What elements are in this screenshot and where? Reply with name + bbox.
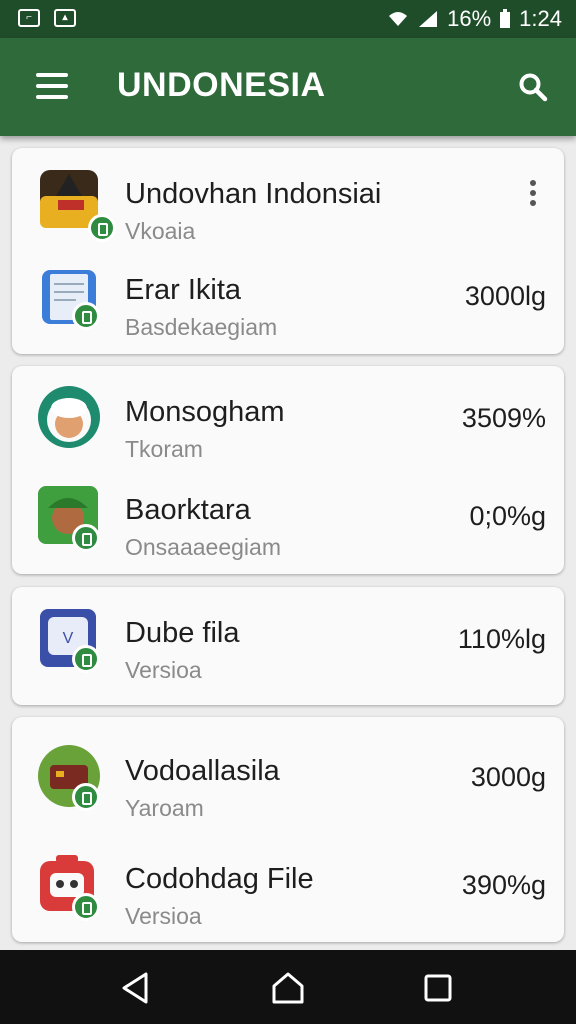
battery-icon bbox=[500, 9, 511, 28]
status-bar: ⌐ ▴ 16% 1:24 bbox=[0, 0, 576, 38]
signal-icon bbox=[419, 11, 438, 27]
item-subtitle: Tkoram bbox=[125, 436, 203, 462]
page-title: UNDONESIA bbox=[117, 66, 326, 104]
badge-icon bbox=[88, 214, 116, 242]
list-item[interactable]: Monsogham Tkoram 3509% bbox=[12, 370, 564, 474]
list-item[interactable]: Baorktara Onsaaaeegiam 0;0%g bbox=[12, 468, 564, 572]
badge-icon bbox=[72, 645, 100, 673]
more-options-icon[interactable] bbox=[528, 180, 538, 210]
home-icon[interactable] bbox=[268, 968, 308, 1008]
app-card: Monsogham Tkoram 3509% Baorktara Onsaaae… bbox=[12, 366, 564, 574]
clock: 1:24 bbox=[519, 6, 562, 31]
badge-icon bbox=[72, 893, 100, 921]
menu-icon[interactable] bbox=[36, 73, 68, 99]
app-bar: UNDONESIA bbox=[0, 38, 576, 136]
item-subtitle: Basdekaegiam bbox=[125, 314, 278, 340]
item-subtitle: Versioa bbox=[125, 657, 202, 683]
badge-icon bbox=[72, 524, 100, 552]
list-item[interactable]: V Dube fila Versioa 110%lg bbox=[12, 591, 564, 695]
item-name: Monsogham bbox=[125, 396, 285, 428]
item-name: Dube fila bbox=[125, 617, 240, 649]
image-icon: ▴ bbox=[54, 9, 76, 27]
item-subtitle: Vkoaia bbox=[125, 218, 196, 244]
back-icon[interactable] bbox=[116, 968, 156, 1008]
app-card: Undovhan Indonsiai Vkoaia Erar Ikita Bas… bbox=[12, 148, 564, 354]
item-name: Baorktara bbox=[125, 494, 251, 526]
item-value: 3000lg bbox=[464, 281, 546, 311]
avatar-icon bbox=[38, 386, 100, 448]
item-value: 3509% bbox=[461, 403, 546, 433]
wifi-icon bbox=[389, 12, 408, 26]
item-value: 3000g bbox=[470, 762, 546, 792]
cast-icon: ⌐ bbox=[18, 9, 40, 27]
navigation-bar bbox=[0, 950, 576, 1024]
list-item[interactable]: Vodoallasila Yaroam 3000g bbox=[12, 729, 564, 833]
app-card: V Dube fila Versioa 110%lg bbox=[12, 587, 564, 705]
list-item[interactable]: Codohdag File Versioa 390%g bbox=[12, 837, 564, 941]
item-name: Vodoallasila bbox=[125, 755, 280, 787]
svg-text:V: V bbox=[63, 630, 74, 647]
list-item[interactable]: Undovhan Indonsiai Vkoaia bbox=[12, 152, 564, 256]
item-value: 110%lg bbox=[457, 624, 546, 654]
item-name: Codohdag File bbox=[125, 863, 314, 895]
item-subtitle: Yaroam bbox=[125, 795, 204, 821]
item-subtitle: Versioa bbox=[125, 903, 202, 929]
badge-icon bbox=[72, 783, 100, 811]
badge-icon bbox=[72, 302, 100, 330]
search-icon[interactable] bbox=[518, 72, 548, 102]
item-name: Undovhan Indonsiai bbox=[125, 178, 382, 210]
item-subtitle: Onsaaaeegiam bbox=[125, 534, 281, 560]
recents-icon[interactable] bbox=[418, 968, 458, 1008]
battery-percent: 16% bbox=[447, 6, 492, 31]
app-card: Vodoallasila Yaroam 3000g Codohdag File … bbox=[12, 717, 564, 942]
list-item[interactable]: Erar Ikita Basdekaegiam 3000lg bbox=[12, 248, 564, 352]
item-value: 0;0%g bbox=[469, 501, 546, 531]
item-name: Erar Ikita bbox=[125, 274, 242, 306]
item-value: 390%g bbox=[461, 870, 546, 900]
